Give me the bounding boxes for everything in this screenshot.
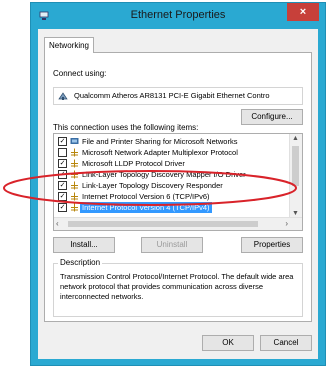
- close-button[interactable]: ×: [287, 3, 319, 21]
- item-checkbox[interactable]: ✓: [58, 170, 67, 179]
- ethernet-properties-window: Ethernet Properties × Networking Connect…: [30, 2, 326, 366]
- ok-button[interactable]: OK: [202, 335, 254, 351]
- protocol-icon: [71, 192, 78, 201]
- items-label: This connection uses the following items…: [53, 123, 199, 132]
- item-checkbox[interactable]: ✓: [58, 192, 67, 201]
- list-item[interactable]: ✓ Link-Layer Topology Discovery Responde…: [56, 180, 288, 191]
- vertical-scrollbar[interactable]: ▲ ▼: [289, 134, 302, 218]
- item-checkbox[interactable]: [58, 148, 67, 157]
- properties-button[interactable]: Properties: [241, 237, 303, 253]
- cancel-button[interactable]: Cancel: [260, 335, 312, 351]
- uninstall-button[interactable]: Uninstall: [141, 237, 203, 253]
- list-item[interactable]: ✓ Internet Protocol Version 6 (TCP/IPv6): [56, 191, 288, 202]
- description-legend: Description: [58, 258, 103, 267]
- horizontal-scrollbar[interactable]: ‹ ›: [54, 217, 302, 230]
- horizontal-scroll-thumb[interactable]: [68, 221, 258, 227]
- item-label: File and Printer Sharing for Microsoft N…: [82, 137, 238, 146]
- install-button[interactable]: Install...: [53, 237, 115, 253]
- scroll-thumb[interactable]: [292, 146, 299, 186]
- item-checkbox[interactable]: ✓: [58, 203, 67, 212]
- list-item[interactable]: ✓ File and Printer Sharing for Microsoft…: [56, 136, 288, 147]
- item-label: Microsoft LLDP Protocol Driver: [82, 159, 185, 168]
- title-bar[interactable]: Ethernet Properties ×: [31, 3, 325, 29]
- list-item[interactable]: ✓ Internet Protocol Version 4 (TCP/IPv4): [56, 202, 288, 213]
- configure-button[interactable]: Configure...: [241, 109, 303, 125]
- description-group: Description Transmission Control Protoco…: [53, 258, 303, 317]
- connect-using-label: Connect using:: [53, 69, 107, 78]
- network-adapter-icon: [58, 92, 68, 100]
- item-label: Internet Protocol Version 4 (TCP/IPv4): [80, 202, 212, 213]
- item-label: Internet Protocol Version 6 (TCP/IPv6): [82, 192, 210, 201]
- protocol-icon: [71, 148, 78, 157]
- item-checkbox[interactable]: ✓: [58, 181, 67, 190]
- protocol-icon: [71, 203, 78, 212]
- item-label: Microsoft Network Adapter Multiplexor Pr…: [82, 148, 238, 157]
- scroll-right-arrow-icon[interactable]: ›: [285, 219, 288, 228]
- tab-networking[interactable]: Networking: [44, 37, 94, 53]
- scroll-left-arrow-icon[interactable]: ‹: [56, 219, 59, 228]
- description-text: Transmission Control Protocol/Internet P…: [60, 272, 294, 301]
- networking-panel: Connect using: Qualcomm Atheros AR8131 P…: [44, 52, 312, 322]
- item-checkbox[interactable]: ✓: [58, 137, 67, 146]
- protocol-icon: [71, 170, 78, 179]
- network-service-icon: [70, 138, 79, 144]
- dialog-body: Networking Connect using: Qualcomm Ather…: [38, 29, 318, 359]
- protocol-icon: [71, 181, 78, 190]
- adapter-field: Qualcomm Atheros AR8131 PCI-E Gigabit Et…: [53, 87, 303, 105]
- list-item[interactable]: ✓ Link-Layer Topology Discovery Mapper I…: [56, 169, 288, 180]
- window-title: Ethernet Properties: [130, 9, 226, 21]
- protocol-icon: [71, 159, 78, 168]
- item-checkbox[interactable]: ✓: [58, 159, 67, 168]
- items-list[interactable]: ✓ File and Printer Sharing for Microsoft…: [53, 133, 303, 231]
- list-item[interactable]: Microsoft Network Adapter Multiplexor Pr…: [56, 147, 288, 158]
- scroll-up-arrow-icon[interactable]: ▲: [292, 135, 299, 142]
- item-label: Link-Layer Topology Discovery Responder: [82, 181, 223, 190]
- adapter-name: Qualcomm Atheros AR8131 PCI-E Gigabit Et…: [74, 91, 270, 100]
- item-label: Link-Layer Topology Discovery Mapper I/O…: [82, 170, 246, 179]
- scroll-down-arrow-icon[interactable]: ▼: [292, 210, 299, 217]
- list-item[interactable]: ✓ Microsoft LLDP Protocol Driver: [56, 158, 288, 169]
